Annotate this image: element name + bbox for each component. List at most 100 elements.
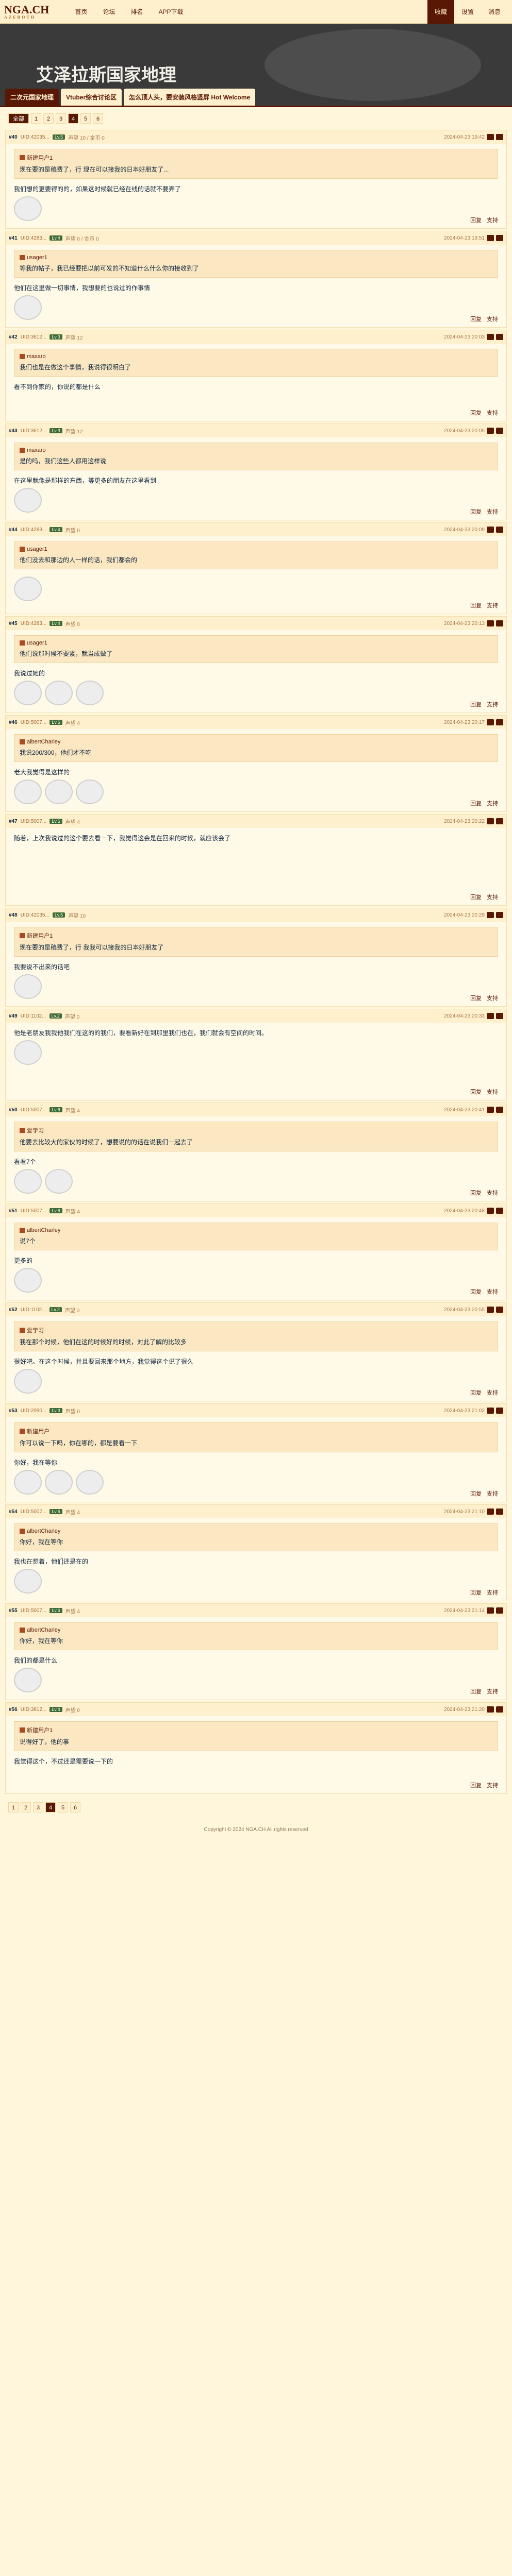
user-id[interactable]: UID:5007... [21, 1107, 47, 1113]
like-button[interactable]: 支持 [487, 315, 498, 323]
user-id[interactable]: UID:5007... [21, 1608, 47, 1614]
like-button[interactable]: 支持 [487, 1781, 498, 1789]
tab-hot[interactable]: 怎么顶人头，要安装风格竖屏 Hot Welcome [124, 89, 256, 106]
menu-icon[interactable] [496, 1408, 503, 1414]
post-number[interactable]: #43 [9, 428, 18, 434]
like-button[interactable]: 支持 [487, 216, 498, 224]
nav-settings[interactable]: 设置 [454, 0, 481, 24]
quote-author[interactable]: maxaro [27, 353, 46, 360]
post-number[interactable]: #48 [9, 912, 18, 918]
menu-icon[interactable] [496, 527, 503, 533]
post-number[interactable]: #51 [9, 1208, 18, 1214]
reply-icon[interactable] [487, 1408, 494, 1414]
page-1[interactable]: 1 [8, 1802, 19, 1812]
reply-icon[interactable] [487, 134, 494, 140]
site-logo[interactable]: NGA.CH AZEROTH [4, 4, 49, 20]
like-button[interactable]: 支持 [487, 994, 498, 1002]
like-button[interactable]: 支持 [487, 1588, 498, 1597]
nav-forum[interactable]: 论坛 [95, 0, 122, 24]
quote-author[interactable]: 新建用户1 [27, 154, 53, 162]
reply-icon[interactable] [487, 1607, 494, 1614]
user-id[interactable]: UID:1102... [21, 1013, 46, 1019]
user-id[interactable]: UID:42035... [21, 912, 49, 918]
menu-icon[interactable] [496, 134, 503, 140]
quote-author[interactable]: usager1 [27, 546, 47, 552]
reply-icon[interactable] [487, 1107, 494, 1113]
quote-author[interactable]: 爱学习 [27, 1326, 44, 1334]
reply-icon[interactable] [487, 334, 494, 340]
user-id[interactable]: UID:2090... [21, 1408, 47, 1414]
reply-button[interactable]: 回复 [470, 700, 482, 708]
nav-favorites[interactable]: 收藏 [427, 0, 454, 24]
user-id[interactable]: UID:42035... [21, 134, 49, 140]
post-number[interactable]: #55 [9, 1608, 18, 1614]
user-id[interactable]: UID:3612... [21, 334, 47, 340]
post-number[interactable]: #50 [9, 1107, 18, 1113]
reply-button[interactable]: 回复 [470, 799, 482, 807]
page-4[interactable]: 4 [45, 1802, 56, 1812]
reply-button[interactable]: 回复 [470, 1781, 482, 1789]
page-2[interactable]: 2 [43, 113, 54, 124]
post-number[interactable]: #54 [9, 1509, 18, 1515]
page-4[interactable]: 4 [68, 113, 78, 124]
reply-button[interactable]: 回复 [470, 1588, 482, 1597]
reply-button[interactable]: 回复 [470, 1388, 482, 1397]
reply-button[interactable]: 回复 [470, 1287, 482, 1296]
menu-icon[interactable] [496, 818, 503, 824]
quote-author[interactable]: albertCharley [27, 1528, 60, 1534]
reply-icon[interactable] [487, 1013, 494, 1019]
post-number[interactable]: #46 [9, 720, 18, 725]
quote-author[interactable]: albertCharley [27, 739, 60, 745]
quote-author[interactable]: 爱学习 [27, 1126, 44, 1134]
user-id[interactable]: UID:5007... [21, 819, 47, 824]
quote-author[interactable]: albertCharley [27, 1227, 60, 1233]
quote-author[interactable]: 新建用户 [27, 1427, 49, 1435]
like-button[interactable]: 支持 [487, 601, 498, 609]
reply-icon[interactable] [487, 428, 494, 434]
reply-button[interactable]: 回复 [470, 315, 482, 323]
user-id[interactable]: UID:4283... [21, 235, 47, 241]
page-6[interactable]: 6 [93, 113, 103, 124]
like-button[interactable]: 支持 [487, 1489, 498, 1498]
user-id[interactable]: UID:5007... [21, 1208, 47, 1214]
reply-button[interactable]: 回复 [470, 994, 482, 1002]
menu-icon[interactable] [496, 620, 503, 626]
post-number[interactable]: #42 [9, 334, 18, 340]
page-6[interactable]: 6 [70, 1802, 80, 1812]
quote-author[interactable]: 新建用户1 [27, 1726, 53, 1734]
nav-app[interactable]: APP下载 [151, 0, 190, 24]
post-number[interactable]: #47 [9, 819, 18, 824]
user-id[interactable]: UID:4283... [21, 527, 47, 533]
reply-button[interactable]: 回复 [470, 1489, 482, 1498]
menu-icon[interactable] [496, 428, 503, 434]
menu-icon[interactable] [496, 1208, 503, 1214]
reply-icon[interactable] [487, 527, 494, 533]
reply-button[interactable]: 回复 [470, 893, 482, 901]
nav-rank[interactable]: 排名 [123, 0, 150, 24]
post-number[interactable]: #40 [9, 134, 18, 140]
nav-messages[interactable]: 消息 [481, 0, 508, 24]
user-id[interactable]: UID:5007... [21, 1509, 47, 1515]
reply-button[interactable]: 回复 [470, 1189, 482, 1197]
user-id[interactable]: UID:3612... [21, 428, 47, 434]
reply-icon[interactable] [487, 912, 494, 918]
quote-author[interactable]: usager1 [27, 255, 47, 261]
page-3[interactable]: 3 [56, 113, 66, 124]
post-number[interactable]: #49 [9, 1013, 18, 1019]
nav-home[interactable]: 首页 [68, 0, 94, 24]
menu-icon[interactable] [496, 1607, 503, 1614]
quote-author[interactable]: maxaro [27, 447, 46, 453]
reply-button[interactable]: 回复 [470, 409, 482, 417]
reply-icon[interactable] [487, 818, 494, 824]
reply-button[interactable]: 回复 [470, 507, 482, 516]
menu-icon[interactable] [496, 1509, 503, 1515]
page-2[interactable]: 2 [21, 1802, 31, 1812]
menu-icon[interactable] [496, 719, 503, 725]
page-1[interactable]: 1 [31, 113, 41, 124]
like-button[interactable]: 支持 [487, 1287, 498, 1296]
menu-icon[interactable] [496, 1307, 503, 1313]
menu-icon[interactable] [496, 1013, 503, 1019]
post-number[interactable]: #53 [9, 1408, 18, 1414]
user-id[interactable]: UID:4283... [21, 621, 47, 626]
post-number[interactable]: #44 [9, 527, 18, 533]
